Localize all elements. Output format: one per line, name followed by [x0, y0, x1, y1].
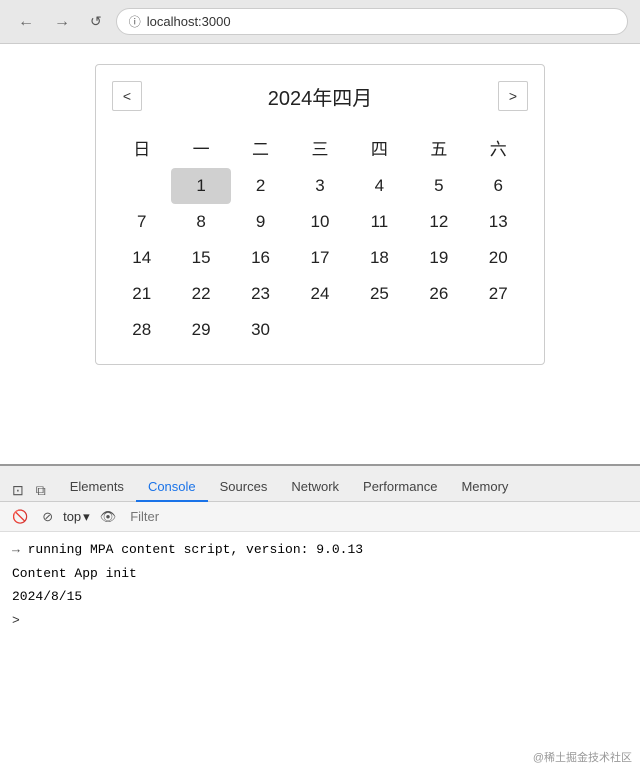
calendar-day[interactable]: 16	[231, 240, 290, 276]
weekday-header: 四	[350, 127, 409, 168]
devtools-toolbar: 🚫 ⊘ top ▾ 👁	[0, 502, 640, 532]
calendar-day[interactable]: 9	[231, 204, 290, 240]
calendar-day[interactable]: 5	[409, 168, 468, 204]
weekday-row: 日一二三四五六	[112, 127, 528, 168]
console-line: Content App init	[12, 562, 628, 586]
console-arrow: →	[12, 542, 28, 557]
filter-icon-button[interactable]: ⊘	[38, 507, 57, 527]
calendar-day[interactable]: 22	[171, 276, 230, 312]
top-label: top	[63, 509, 81, 524]
calendar-day[interactable]: 19	[409, 240, 468, 276]
calendar-body: 1234567891011121314151617181920212223242…	[112, 168, 528, 348]
weekday-header: 五	[409, 127, 468, 168]
calendar-day	[112, 168, 171, 204]
calendar-day[interactable]: 3	[290, 168, 349, 204]
console-prompt[interactable]: >	[12, 613, 20, 628]
devtools-tab-sources[interactable]: Sources	[208, 473, 280, 502]
context-selector[interactable]: top ▾	[63, 509, 90, 525]
calendar-week-row: 282930	[112, 312, 528, 348]
watermark: @稀土掘金技术社区	[533, 749, 632, 765]
calendar-day[interactable]: 27	[469, 276, 528, 312]
calendar-day[interactable]: 20	[469, 240, 528, 276]
calendar-day[interactable]: 12	[409, 204, 468, 240]
calendar-day	[409, 312, 468, 348]
devtools-tab-network[interactable]: Network	[279, 473, 351, 502]
url-text: localhost:3000	[147, 14, 231, 29]
calendar-day[interactable]: 25	[350, 276, 409, 312]
calendar-day[interactable]: 11	[350, 204, 409, 240]
calendar-day[interactable]: 28	[112, 312, 171, 348]
devtools-tab-performance[interactable]: Performance	[351, 473, 449, 502]
devtools-tab-elements[interactable]: Elements	[58, 473, 136, 502]
weekday-header: 二	[231, 127, 290, 168]
info-icon: ⓘ	[129, 13, 141, 30]
calendar-day	[350, 312, 409, 348]
next-month-button[interactable]: >	[498, 81, 528, 111]
calendar-day[interactable]: 17	[290, 240, 349, 276]
devtools-tab-memory[interactable]: Memory	[449, 473, 520, 502]
devtools-icon-buttons: ⊡ ⧉	[4, 480, 54, 501]
calendar-day[interactable]: 23	[231, 276, 290, 312]
calendar-day	[469, 312, 528, 348]
inspect-element-button[interactable]: ⊡	[8, 480, 28, 501]
calendar-day[interactable]: 1	[171, 168, 230, 204]
calendar-week-row: 14151617181920	[112, 240, 528, 276]
calendar-day[interactable]: 29	[171, 312, 230, 348]
calendar-day[interactable]: 21	[112, 276, 171, 312]
dropdown-arrow: ▾	[83, 509, 90, 525]
clear-console-button[interactable]: 🚫	[8, 507, 32, 527]
devtools-tabs: ⊡ ⧉ ElementsConsoleSourcesNetworkPerform…	[0, 466, 640, 502]
calendar-day[interactable]: 4	[350, 168, 409, 204]
calendar-day[interactable]: 8	[171, 204, 230, 240]
calendar-header: < 2024年四月 >	[112, 81, 528, 111]
calendar-day[interactable]: 26	[409, 276, 468, 312]
prev-month-button[interactable]: <	[112, 81, 142, 111]
calendar-day[interactable]: 10	[290, 204, 349, 240]
calendar-week-row: 123456	[112, 168, 528, 204]
weekday-header: 六	[469, 127, 528, 168]
console-line: >	[12, 609, 628, 633]
calendar-day[interactable]: 14	[112, 240, 171, 276]
calendar-day[interactable]: 24	[290, 276, 349, 312]
calendar-day[interactable]: 6	[469, 168, 528, 204]
calendar-day[interactable]: 30	[231, 312, 290, 348]
console-line: 2024/8/15	[12, 585, 628, 609]
weekday-header: 三	[290, 127, 349, 168]
calendar-day[interactable]: 13	[469, 204, 528, 240]
console-line: → running MPA content script, version: 9…	[12, 538, 628, 562]
devtools-tab-bar: ElementsConsoleSourcesNetworkPerformance…	[58, 473, 521, 501]
back-button[interactable]: ←	[12, 11, 40, 33]
calendar-day[interactable]: 18	[350, 240, 409, 276]
calendar-grid: 日一二三四五六 12345678910111213141516171819202…	[112, 127, 528, 348]
calendar-day[interactable]: 2	[231, 168, 290, 204]
device-toolbar-button[interactable]: ⧉	[32, 480, 50, 501]
browser-toolbar: ← → ↺ ⓘ localhost:3000	[0, 0, 640, 44]
console-output: → running MPA content script, version: 9…	[0, 532, 640, 775]
calendar-title: 2024年四月	[268, 82, 373, 111]
weekday-header: 一	[171, 127, 230, 168]
refresh-button[interactable]: ↺	[84, 11, 108, 32]
page-content: < 2024年四月 > 日一二三四五六 12345678910111213141…	[0, 44, 640, 464]
devtools-panel: ⊡ ⧉ ElementsConsoleSourcesNetworkPerform…	[0, 464, 640, 773]
address-bar[interactable]: ⓘ localhost:3000	[116, 8, 628, 35]
forward-button[interactable]: →	[48, 11, 76, 33]
devtools-tab-console[interactable]: Console	[136, 473, 208, 502]
eye-icon-button[interactable]: 👁	[96, 507, 121, 527]
calendar-week-row: 78910111213	[112, 204, 528, 240]
calendar-day[interactable]: 15	[171, 240, 230, 276]
calendar: < 2024年四月 > 日一二三四五六 12345678910111213141…	[95, 64, 545, 365]
calendar-week-row: 21222324252627	[112, 276, 528, 312]
calendar-day	[290, 312, 349, 348]
calendar-day[interactable]: 7	[112, 204, 171, 240]
weekday-header: 日	[112, 127, 171, 168]
filter-input[interactable]	[126, 509, 632, 524]
